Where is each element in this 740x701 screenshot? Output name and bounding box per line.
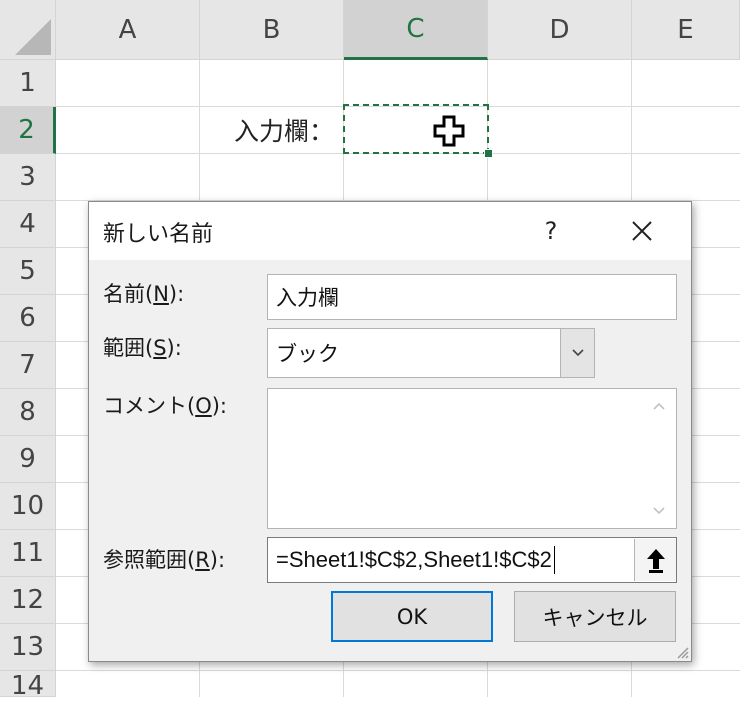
row-header-1[interactable]: 1 [0, 60, 56, 107]
comment-label-text: コメント( [103, 394, 196, 418]
row-header-9[interactable]: 9 [0, 436, 56, 483]
reference-label-suffix: ): [209, 548, 226, 572]
comment-label-suffix: ): [211, 394, 228, 418]
scope-label-accesskey: S [153, 336, 167, 360]
ok-button[interactable]: OK [331, 591, 493, 642]
new-name-dialog[interactable]: 新しい名前 ? 名前(N): 入力欄 範囲(S): ブック コメント(O): 参… [88, 201, 692, 662]
row-header-2[interactable]: 2 [0, 107, 56, 154]
scope-label-text: 範囲( [103, 336, 154, 360]
scope-value: ブック [276, 342, 339, 366]
reference-input[interactable]: =Sheet1!$C$2,Sheet1!$C$2 [267, 537, 677, 583]
reference-label-accesskey: R [195, 548, 210, 572]
reference-label: 参照範囲(R): [103, 544, 225, 574]
comment-label: コメント(O): [103, 390, 227, 420]
scroll-down-icon[interactable] [652, 504, 666, 518]
row-header-12[interactable]: 12 [0, 577, 56, 624]
select-all-triangle [15, 19, 51, 55]
name-label-suffix: ): [168, 282, 185, 306]
row-header-4[interactable]: 4 [0, 201, 56, 248]
comment-label-accesskey: O [195, 394, 212, 418]
reference-label-text: 参照範囲( [103, 548, 196, 572]
collapse-dialog-button[interactable] [634, 539, 676, 581]
row-header-13[interactable]: 13 [0, 624, 56, 671]
help-button[interactable]: ? [531, 214, 571, 248]
chevron-down-icon [571, 349, 584, 357]
row-header-6[interactable]: 6 [0, 295, 56, 342]
row-header-5[interactable]: 5 [0, 248, 56, 295]
name-label: 名前(N): [103, 278, 184, 308]
row-header-7[interactable]: 7 [0, 342, 56, 389]
reference-value: =Sheet1!$C$2,Sheet1!$C$2 [276, 547, 552, 572]
text-caret [553, 546, 555, 574]
name-label-accesskey: N [153, 282, 169, 306]
close-button[interactable] [619, 212, 665, 250]
row-header-8[interactable]: 8 [0, 389, 56, 436]
column-header-a[interactable]: A [56, 0, 200, 60]
dialog-titlebar[interactable]: 新しい名前 ? [89, 202, 691, 260]
name-label-text: 名前( [103, 282, 154, 306]
scope-dropdown-button[interactable] [560, 329, 594, 377]
cross-cursor-icon [433, 115, 465, 147]
column-header-e[interactable]: E [632, 0, 740, 60]
row-header-14[interactable]: 14 [0, 671, 56, 701]
dialog-title: 新しい名前 [103, 222, 214, 247]
cell-b2-input-label[interactable]: 入力欄： [200, 106, 340, 153]
scroll-up-icon[interactable] [652, 399, 666, 413]
close-icon [632, 221, 652, 241]
row-header-3[interactable]: 3 [0, 154, 56, 201]
comment-textarea[interactable] [267, 388, 677, 529]
scope-dropdown[interactable]: ブック [267, 328, 595, 378]
row-header-10[interactable]: 10 [0, 483, 56, 530]
resize-grip-icon[interactable] [673, 643, 689, 659]
fill-handle[interactable] [484, 149, 493, 158]
column-header-d[interactable]: D [488, 0, 632, 60]
name-input[interactable]: 入力欄 [267, 274, 677, 320]
cancel-button[interactable]: キャンセル [514, 591, 676, 642]
gridline [56, 670, 740, 671]
scope-label: 範囲(S): [103, 332, 182, 362]
row-header-11[interactable]: 11 [0, 530, 56, 577]
column-header-b[interactable]: B [200, 0, 344, 60]
arrow-up-icon [646, 549, 665, 573]
select-all-corner[interactable] [0, 0, 56, 60]
scope-label-suffix: ): [166, 336, 182, 360]
column-header-c[interactable]: C [344, 0, 488, 60]
